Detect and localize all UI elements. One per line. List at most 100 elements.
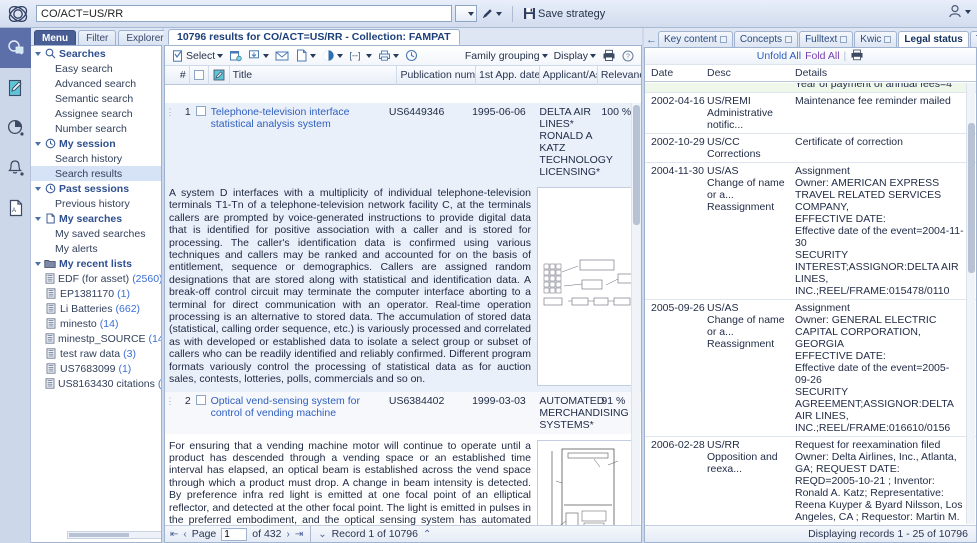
last-page-icon[interactable]: ⇥ [295,529,303,540]
tree-node-my-saved-searches[interactable]: My saved searches [31,226,161,241]
row-checkbox[interactable] [195,106,206,116]
prev-page-icon[interactable]: ‹ [183,529,186,540]
results-list[interactable]: ⋮ 1 Telephone-television interface statist… [165,103,641,527]
tree-node-minesto[interactable]: minesto (14) [31,316,161,331]
left-panel-horizontal-scrollbar[interactable] [67,531,161,539]
expand-triangle-icon[interactable] [35,261,41,266]
table-row[interactable]: ⋮ 1 Telephone-television interface statist… [165,103,641,181]
close-icon[interactable] [719,36,727,43]
more-options-button[interactable]: [--] [346,47,375,65]
column-relevance[interactable]: Relevance [598,66,641,85]
search-query-input[interactable] [36,5,452,22]
tree-node-assignee-search[interactable]: Assignee search [31,106,161,121]
tab-menu[interactable]: Menu [34,30,77,45]
scrollbar-thumb[interactable] [968,123,975,273]
user-account-button[interactable] [948,4,971,19]
tab-key-content[interactable]: Key content [658,31,733,47]
legal-status-list[interactable]: Year of payment of annual fees=4 2002-04-… [645,83,976,524]
query-history-dropdown[interactable] [455,5,477,22]
close-icon[interactable] [840,36,848,43]
scrollbar-thumb[interactable] [69,533,129,537]
save-strategy-button[interactable]: Save strategy [519,3,609,25]
tab-results[interactable]: 10796 results for CO/ACT=US/RR - Collect… [168,29,460,45]
tree-node-past-sessions[interactable]: Past sessions [31,181,161,196]
tree-node-my-session[interactable]: My session [31,136,161,151]
family-grouping-button[interactable]: Family grouping [462,47,551,65]
help-button[interactable]: ? [619,47,637,65]
tab-legal-status[interactable]: Legal status [898,31,969,47]
tree-node-previous-history[interactable]: Previous history [31,196,161,211]
row-checkbox[interactable] [195,394,206,405]
legal-status-row[interactable]: 2006-02-28 US/RR Opposition and reexa... Re… [645,437,976,524]
column-desc[interactable]: Desc [707,67,795,79]
tree-node-number-search[interactable]: Number search [31,121,161,136]
record-drawing-thumbnail[interactable] [537,439,637,527]
row-checkbox-cell[interactable] [191,106,211,116]
tab-timeline[interactable]: Timeline [969,31,977,47]
column-date[interactable]: Date [645,67,707,79]
export-button[interactable] [226,47,245,65]
tree-node-easy-search[interactable]: Easy search [31,61,161,76]
tree-node-edf-for-asset-[interactable]: EDF (for asset) (2560) [31,271,161,286]
email-button[interactable] [272,47,292,65]
tree-node-search-history[interactable]: Search history [31,151,161,166]
column-number[interactable]: # [165,65,190,85]
expand-triangle-icon[interactable] [35,216,41,221]
tab-fulltext[interactable]: Fulltext [799,31,854,47]
rail-item-alerts[interactable] [0,148,31,188]
tree-node-test-raw-data[interactable]: test raw data (3) [31,346,161,361]
column-title[interactable]: Title [230,65,398,85]
record-drawing-thumbnail[interactable] [537,187,637,386]
highlight-button[interactable] [319,47,346,65]
first-page-icon[interactable]: ⇤ [170,529,178,540]
tree-node-li-batteries[interactable]: Li Batteries (662) [31,301,161,316]
edit-query-button[interactable] [477,3,506,25]
print-button[interactable] [599,47,619,65]
row-title-link[interactable]: Optical vend-sensing system for control … [211,395,389,419]
page-input[interactable] [221,527,248,541]
scrollbar-thumb[interactable] [633,105,640,225]
column-first-app-date[interactable]: 1st App. date [476,65,540,85]
close-icon[interactable] [884,36,892,43]
tree-node-my-alerts[interactable]: My alerts [31,241,161,256]
rail-item-analyze[interactable] [0,68,31,108]
unfold-all-button[interactable]: Unfold All [757,50,801,62]
print-legal-status-button[interactable] [850,49,864,64]
pdf-export-button[interactable] [292,47,319,65]
legal-status-row[interactable]: Year of payment of annual fees=4 [645,83,976,93]
tabs-scroll-left-button[interactable]: ← [646,32,657,47]
rail-item-export[interactable]: A [0,188,31,228]
legal-status-row[interactable]: 2005-09-26 US/AS Change of name or a... Rea… [645,300,976,437]
next-page-icon[interactable]: › [286,529,289,540]
record-next-icon[interactable]: ⌃ [423,529,431,540]
download-button[interactable] [245,47,272,65]
row-drag-handle[interactable]: ⋮ [165,106,175,118]
tree-node-semantic-search[interactable]: Semantic search [31,91,161,106]
column-select-all[interactable] [190,65,209,85]
legal-status-vertical-scrollbar[interactable] [966,83,975,524]
column-details[interactable]: Details [795,67,976,79]
tab-kwic[interactable]: Kwic [854,31,898,47]
tree-node-my-searches[interactable]: My searches [31,211,161,226]
fold-all-button[interactable]: Fold All [805,50,839,62]
tree-node-searches[interactable]: Searches [31,46,161,61]
legal-status-row[interactable]: 2002-10-29 US/CC Corrections Certificate of… [645,134,976,163]
column-annotate[interactable] [209,65,230,85]
tree-node-search-results[interactable]: Search results [31,166,161,181]
expand-triangle-icon[interactable] [35,51,41,56]
tree-node-advanced-search[interactable]: Advanced search [31,76,161,91]
expand-triangle-icon[interactable] [35,141,41,146]
row-drag-handle[interactable]: ⋮ [165,395,175,407]
table-row[interactable]: ⋮ 2 Optical vend-sensing system for contro… [165,391,641,434]
column-publication-number[interactable]: Publication number [397,65,477,85]
legal-status-row[interactable]: 2002-04-16 US/REMI Administrative notific.… [645,93,976,134]
tree-node-us7683099[interactable]: US7683099 (1) [31,361,161,376]
display-button[interactable]: Display [551,47,599,65]
row-checkbox-cell[interactable] [191,394,211,405]
rail-item-search[interactable] [0,28,31,68]
select-all-checkbox[interactable] [193,70,204,80]
results-vertical-scrollbar[interactable] [631,103,640,527]
select-button[interactable]: Select [169,47,226,65]
close-icon[interactable] [785,36,793,43]
column-applicant-assignee[interactable]: Applicant/Assignee [540,65,598,85]
